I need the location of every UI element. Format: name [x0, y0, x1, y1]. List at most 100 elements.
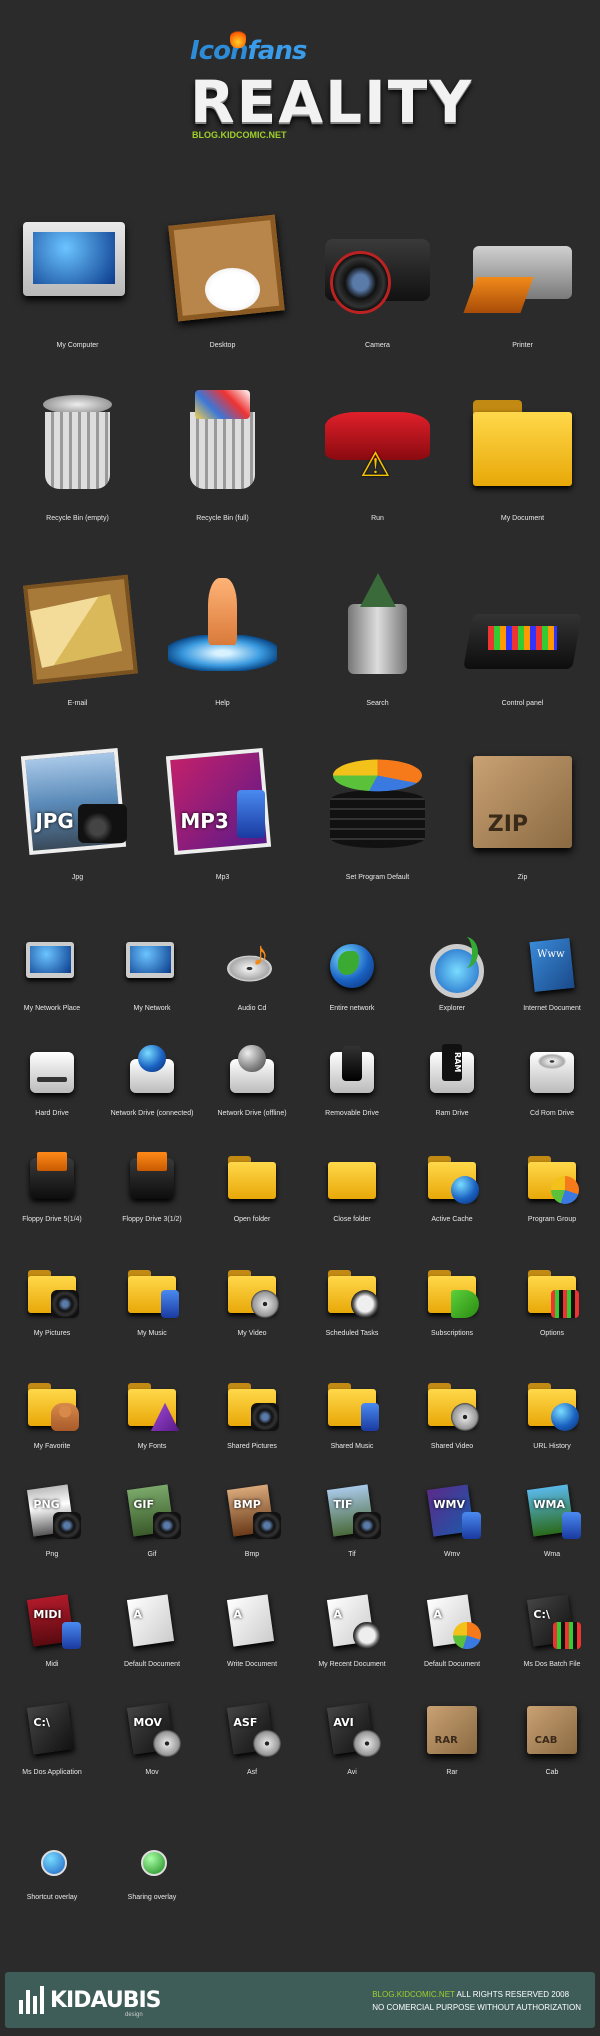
icon-label: Options: [539, 1330, 565, 1337]
icon-tile[interactable]: Subscriptions: [410, 1260, 494, 1337]
icon-tile[interactable]: Shared Music: [310, 1373, 394, 1450]
file-type-tag: MOV: [133, 1716, 162, 1730]
zip-tag: ZIP: [487, 811, 529, 837]
run-icon: [316, 383, 440, 503]
icon-tile[interactable]: Printer: [455, 210, 590, 349]
icon-tile[interactable]: Floppy Drive 5(1/4): [10, 1146, 94, 1223]
icon-tile[interactable]: Internet Document: [510, 935, 594, 1012]
icon-tile[interactable]: Removable Drive: [310, 1040, 394, 1117]
icon-label: Floppy Drive 3(1/2): [122, 1216, 182, 1223]
set-program-default-icon: [316, 742, 440, 862]
icon-tile[interactable]: Set Program Default: [310, 742, 445, 881]
icon-tile[interactable]: Cd Rom Drive: [510, 1040, 594, 1117]
icon-label: Entire network: [329, 1005, 375, 1012]
icon-label: Rar: [446, 1769, 458, 1776]
open-folder-icon: [221, 1146, 283, 1208]
icon-tile[interactable]: Recycle Bin (full): [155, 383, 290, 522]
icon-tile[interactable]: Run: [310, 383, 445, 522]
icon-tile[interactable]: WMA Wma: [510, 1481, 594, 1558]
icon-tile[interactable]: Explorer: [410, 935, 494, 1012]
icon-tile[interactable]: ASF Asf: [210, 1699, 294, 1776]
icon-tile[interactable]: Close folder: [310, 1146, 394, 1223]
icon-tile[interactable]: My Video: [210, 1260, 294, 1337]
icon-tile[interactable]: Rar: [410, 1699, 494, 1776]
subscriptions-icon: [421, 1260, 483, 1322]
icon-tile[interactable]: Hard Drive: [10, 1040, 94, 1117]
icon-tile[interactable]: Help: [155, 568, 290, 707]
icon-tile[interactable]: BMP Bmp: [210, 1481, 294, 1558]
icon-tile[interactable]: Open folder: [210, 1146, 294, 1223]
icon-label: Zip: [517, 874, 528, 881]
icon-tile[interactable]: Floppy Drive 3(1/2): [110, 1146, 194, 1223]
icon-tile[interactable]: Options: [510, 1260, 594, 1337]
icon-tile[interactable]: Program Group: [510, 1146, 594, 1223]
icon-tile[interactable]: Search: [310, 568, 445, 707]
badge-icon: [53, 1512, 81, 1540]
icon-tile[interactable]: My Document: [455, 383, 590, 522]
icon-tile[interactable]: C:\ Ms Dos Batch File: [510, 1591, 594, 1668]
icon-tile[interactable]: MP3 Mp3: [155, 742, 290, 881]
icon-label: Active Cache: [431, 1216, 473, 1223]
icon-tile[interactable]: PNG Png: [10, 1481, 94, 1558]
brand-sub: design: [125, 2012, 143, 2018]
footer: KIDAUBIS design BLOG.KIDCOMIC.NET ALL RI…: [5, 1972, 595, 2028]
icon-tile[interactable]: E-mail: [10, 568, 145, 707]
help-icon: [161, 568, 285, 688]
icon-tile[interactable]: GIF Gif: [110, 1481, 194, 1558]
icon-tile[interactable]: Desktop: [155, 210, 290, 349]
icon-tile[interactable]: A Write Document: [210, 1591, 294, 1668]
my-favorite-icon: [21, 1373, 83, 1435]
icon-tile[interactable]: A My Recent Document: [310, 1591, 394, 1668]
icon-tile[interactable]: TIF Tif: [310, 1481, 394, 1558]
badge-icon: [150, 1402, 180, 1432]
icon-tile[interactable]: Cab: [510, 1699, 594, 1776]
icon-label: My Computer: [56, 342, 99, 349]
icon-tile[interactable]: Scheduled Tasks: [310, 1260, 394, 1337]
icon-tile[interactable]: Network Drive (offline): [210, 1040, 294, 1117]
icon-label: Mp3: [215, 874, 230, 881]
icon-tile[interactable]: My Pictures: [10, 1260, 94, 1337]
icon-tile[interactable]: MOV Mov: [110, 1699, 194, 1776]
icon-tile[interactable]: Entire network: [310, 935, 394, 1012]
file-type-tag: A: [233, 1608, 242, 1622]
icon-tile[interactable]: Camera: [310, 210, 445, 349]
icon-tile[interactable]: Active Cache: [410, 1146, 494, 1223]
icon-tile[interactable]: Network Drive (connected): [110, 1040, 194, 1117]
icon-tile[interactable]: Shared Video: [410, 1373, 494, 1450]
camera-icon: [316, 210, 440, 330]
icon-tile[interactable]: My Favorite: [10, 1373, 94, 1450]
icon-tile[interactable]: Shortcut overlay: [10, 1850, 94, 1901]
icon-tile[interactable]: Sharing overlay: [110, 1850, 194, 1901]
icon-tile[interactable]: A Default Document: [110, 1591, 194, 1668]
icon-tile[interactable]: My Music: [110, 1260, 194, 1337]
file-type-tag: ASF: [233, 1716, 258, 1730]
icon-tile[interactable]: ZIP Zip: [455, 742, 590, 881]
file-type-tag: C:\: [533, 1608, 550, 1622]
footer-blog-link[interactable]: BLOG.KIDCOMIC.NET: [372, 1990, 455, 1999]
scheduled-tasks-icon: [321, 1260, 383, 1322]
icon-tile[interactable]: MIDI Midi: [10, 1591, 94, 1668]
icon-tile[interactable]: Audio Cd: [210, 935, 294, 1012]
my-video-icon: [221, 1260, 283, 1322]
icon-tile[interactable]: WMV Wmv: [410, 1481, 494, 1558]
icon-tile[interactable]: My Network: [110, 935, 194, 1012]
icon-tile[interactable]: A Default Document: [410, 1591, 494, 1668]
icon-label: Desktop: [209, 342, 236, 349]
icon-tile[interactable]: AVI Avi: [310, 1699, 394, 1776]
icon-tile[interactable]: Shared Pictures: [210, 1373, 294, 1450]
icon-tile[interactable]: My Network Place: [10, 935, 94, 1012]
icon-tile[interactable]: Control panel: [455, 568, 590, 707]
bmp-icon: BMP: [221, 1481, 283, 1543]
icon-tile[interactable]: URL History: [510, 1373, 594, 1450]
icon-label: My Recent Document: [318, 1661, 386, 1668]
icon-tile[interactable]: My Fonts: [110, 1373, 194, 1450]
icon-tile[interactable]: Recycle Bin (empty): [10, 383, 145, 522]
icon-tile[interactable]: JPG Jpg: [10, 742, 145, 881]
network-drive-connected-icon: [121, 1040, 183, 1102]
icon-tile[interactable]: C:\ Ms Dos Application: [10, 1699, 94, 1776]
icon-tile[interactable]: My Computer: [10, 210, 145, 349]
iconfans-logo: Iconfans: [190, 28, 307, 66]
asf-icon: ASF: [221, 1699, 283, 1761]
blog-link[interactable]: BLOG.KIDCOMIC.NET: [192, 130, 287, 140]
icon-tile[interactable]: Ram Drive: [410, 1040, 494, 1117]
